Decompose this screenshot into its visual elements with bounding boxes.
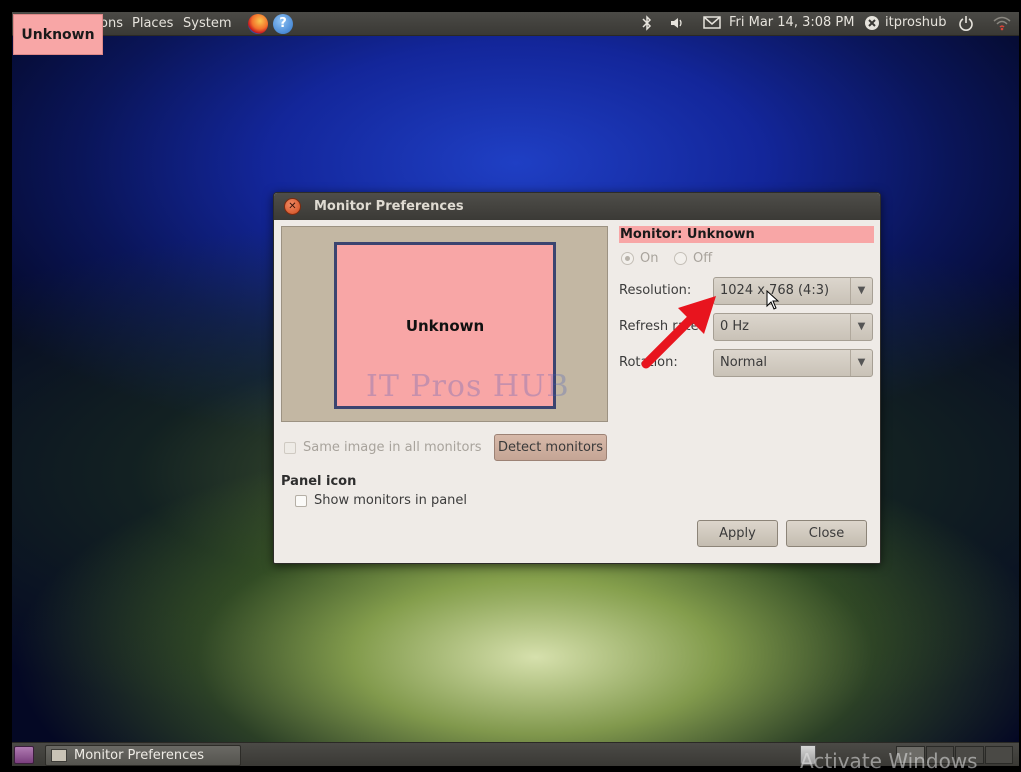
refresh-rate-value: 0 Hz <box>720 319 750 334</box>
same-image-label: Same image in all monitors <box>303 440 482 455</box>
volume-icon[interactable] <box>669 15 685 35</box>
power-icon[interactable] <box>958 15 974 35</box>
workspace-1[interactable] <box>896 746 925 764</box>
monitor-preview-label: Unknown <box>405 316 485 335</box>
wifi-icon[interactable] <box>993 15 1011 35</box>
chevron-down-icon[interactable]: ▼ <box>850 314 872 340</box>
power-on-radio[interactable]: On <box>621 251 658 266</box>
firefox-icon[interactable] <box>248 14 268 34</box>
dialog-title: Monitor Preferences <box>314 199 464 214</box>
workspace-4[interactable] <box>984 746 1013 764</box>
mouse-cursor-icon <box>766 290 780 310</box>
monitor-name-header: Monitor: Unknown <box>619 226 874 243</box>
bluetooth-icon[interactable] <box>642 15 652 35</box>
same-image-checkbox[interactable] <box>284 441 296 454</box>
user-status-icon[interactable] <box>864 15 880 35</box>
menu-places[interactable]: Places <box>132 16 173 31</box>
close-button[interactable]: Close <box>786 520 867 547</box>
chevron-down-icon[interactable]: ▼ <box>850 350 872 376</box>
rotation-select[interactable]: Normal ▼ <box>713 349 873 377</box>
monitor-identify-label: Unknown <box>13 14 103 55</box>
menu-applications[interactable]: ons <box>100 16 123 31</box>
monitor-preview-box[interactable]: Unknown <box>334 242 556 409</box>
top-panel: ons Places System ? Fri Mar 14, 3:08 PM … <box>12 12 1019 36</box>
taskbar-item-monitor-preferences[interactable]: Monitor Preferences <box>45 745 241 766</box>
workspace-3[interactable] <box>955 746 984 764</box>
same-image-checkbox-row[interactable]: Same image in all monitors <box>284 440 482 455</box>
user-name[interactable]: itproshub <box>885 15 946 30</box>
monitor-icon <box>51 749 67 762</box>
refresh-rate-select[interactable]: 0 Hz ▼ <box>713 313 873 341</box>
close-icon[interactable]: ✕ <box>284 198 301 215</box>
bottom-panel: Monitor Preferences <box>12 742 1019 766</box>
show-monitors-label: Show monitors in panel <box>314 493 468 508</box>
power-off-radio[interactable]: Off <box>674 251 712 266</box>
taskbar-item-label: Monitor Preferences <box>74 748 205 763</box>
detect-monitors-button[interactable]: Detect monitors <box>494 434 607 461</box>
resolution-select[interactable]: 1024 x 768 (4:3) ▼ <box>713 277 873 305</box>
apply-button[interactable]: Apply <box>697 520 778 547</box>
radio-on-icon[interactable] <box>621 252 634 265</box>
radio-off-icon[interactable] <box>674 252 687 265</box>
clock[interactable]: Fri Mar 14, 3:08 PM <box>729 15 854 30</box>
workspace-2[interactable] <box>925 746 954 764</box>
annotation-arrow-icon <box>641 296 716 369</box>
menu-system[interactable]: System <box>183 16 231 31</box>
mail-icon[interactable] <box>703 15 721 33</box>
power-on-label: On <box>640 251 659 266</box>
trash-icon[interactable] <box>800 745 816 765</box>
show-monitors-checkbox[interactable] <box>295 494 307 507</box>
show-monitors-checkbox-row[interactable]: Show monitors in panel <box>295 493 467 508</box>
workspace-switcher[interactable] <box>896 746 1014 764</box>
rotation-value: Normal <box>720 355 768 370</box>
panel-icon-heading: Panel icon <box>281 474 357 489</box>
monitor-preferences-dialog: ✕ Monitor Preferences Unknown IT Pros HU… <box>273 192 881 564</box>
power-off-label: Off <box>693 251 713 266</box>
help-icon[interactable]: ? <box>273 14 293 34</box>
chevron-down-icon[interactable]: ▼ <box>850 278 872 304</box>
dialog-titlebar[interactable]: ✕ Monitor Preferences <box>274 193 880 220</box>
monitor-layout-preview[interactable]: Unknown <box>281 226 608 422</box>
show-desktop-icon[interactable] <box>14 746 34 764</box>
